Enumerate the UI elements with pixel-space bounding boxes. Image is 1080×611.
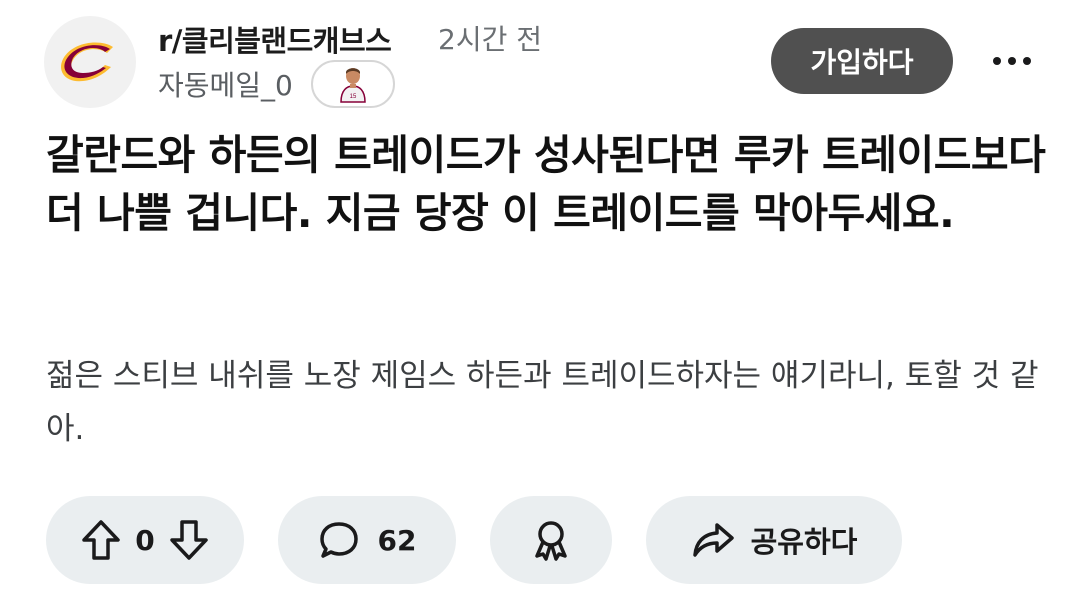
downvote-arrow-icon <box>169 520 208 560</box>
share-label: 공유하다 <box>750 525 858 559</box>
vote-bar: 0 <box>46 496 244 584</box>
award-ribbon-icon <box>535 521 567 561</box>
author-row: 자동메일_0 15 <box>158 60 395 108</box>
post-timestamp: 2시간 전 <box>438 23 542 56</box>
upvote-button[interactable] <box>81 519 121 561</box>
comments-button[interactable]: 62 <box>278 496 456 584</box>
more-options-button[interactable] <box>984 44 1040 78</box>
award-button[interactable] <box>490 496 612 584</box>
cavaliers-logo-icon <box>61 42 113 82</box>
community-name[interactable]: r/클리블랜드캐브스 <box>158 18 392 60</box>
more-horizontal-icon <box>993 57 1031 65</box>
svg-text:15: 15 <box>350 94 357 100</box>
upvote-arrow-icon <box>82 520 120 560</box>
player-flair-icon: 15 <box>340 68 366 103</box>
join-button[interactable]: 가입하다 <box>771 28 953 94</box>
vote-count: 0 <box>135 523 155 557</box>
user-flair: 15 <box>310 60 395 108</box>
post-title[interactable]: 갈란드와 하든의 트레이드가 성사된다면 루카 트레이드보다 더 나쁠 겁니다.… <box>46 126 1046 242</box>
comment-bubble-icon <box>319 522 358 558</box>
comment-count: 62 <box>377 523 417 557</box>
post-body: 젊은 스티브 내쉬를 노장 제임스 하든과 트레이드하자는 얘기라니, 토할 것… <box>46 358 1039 447</box>
share-button[interactable]: 공유하다 <box>646 496 902 584</box>
share-arrow-icon <box>692 523 734 557</box>
community-avatar[interactable] <box>44 16 136 108</box>
author-name[interactable]: 자동메일_0 <box>158 64 293 104</box>
downvote-button[interactable] <box>169 519 209 561</box>
